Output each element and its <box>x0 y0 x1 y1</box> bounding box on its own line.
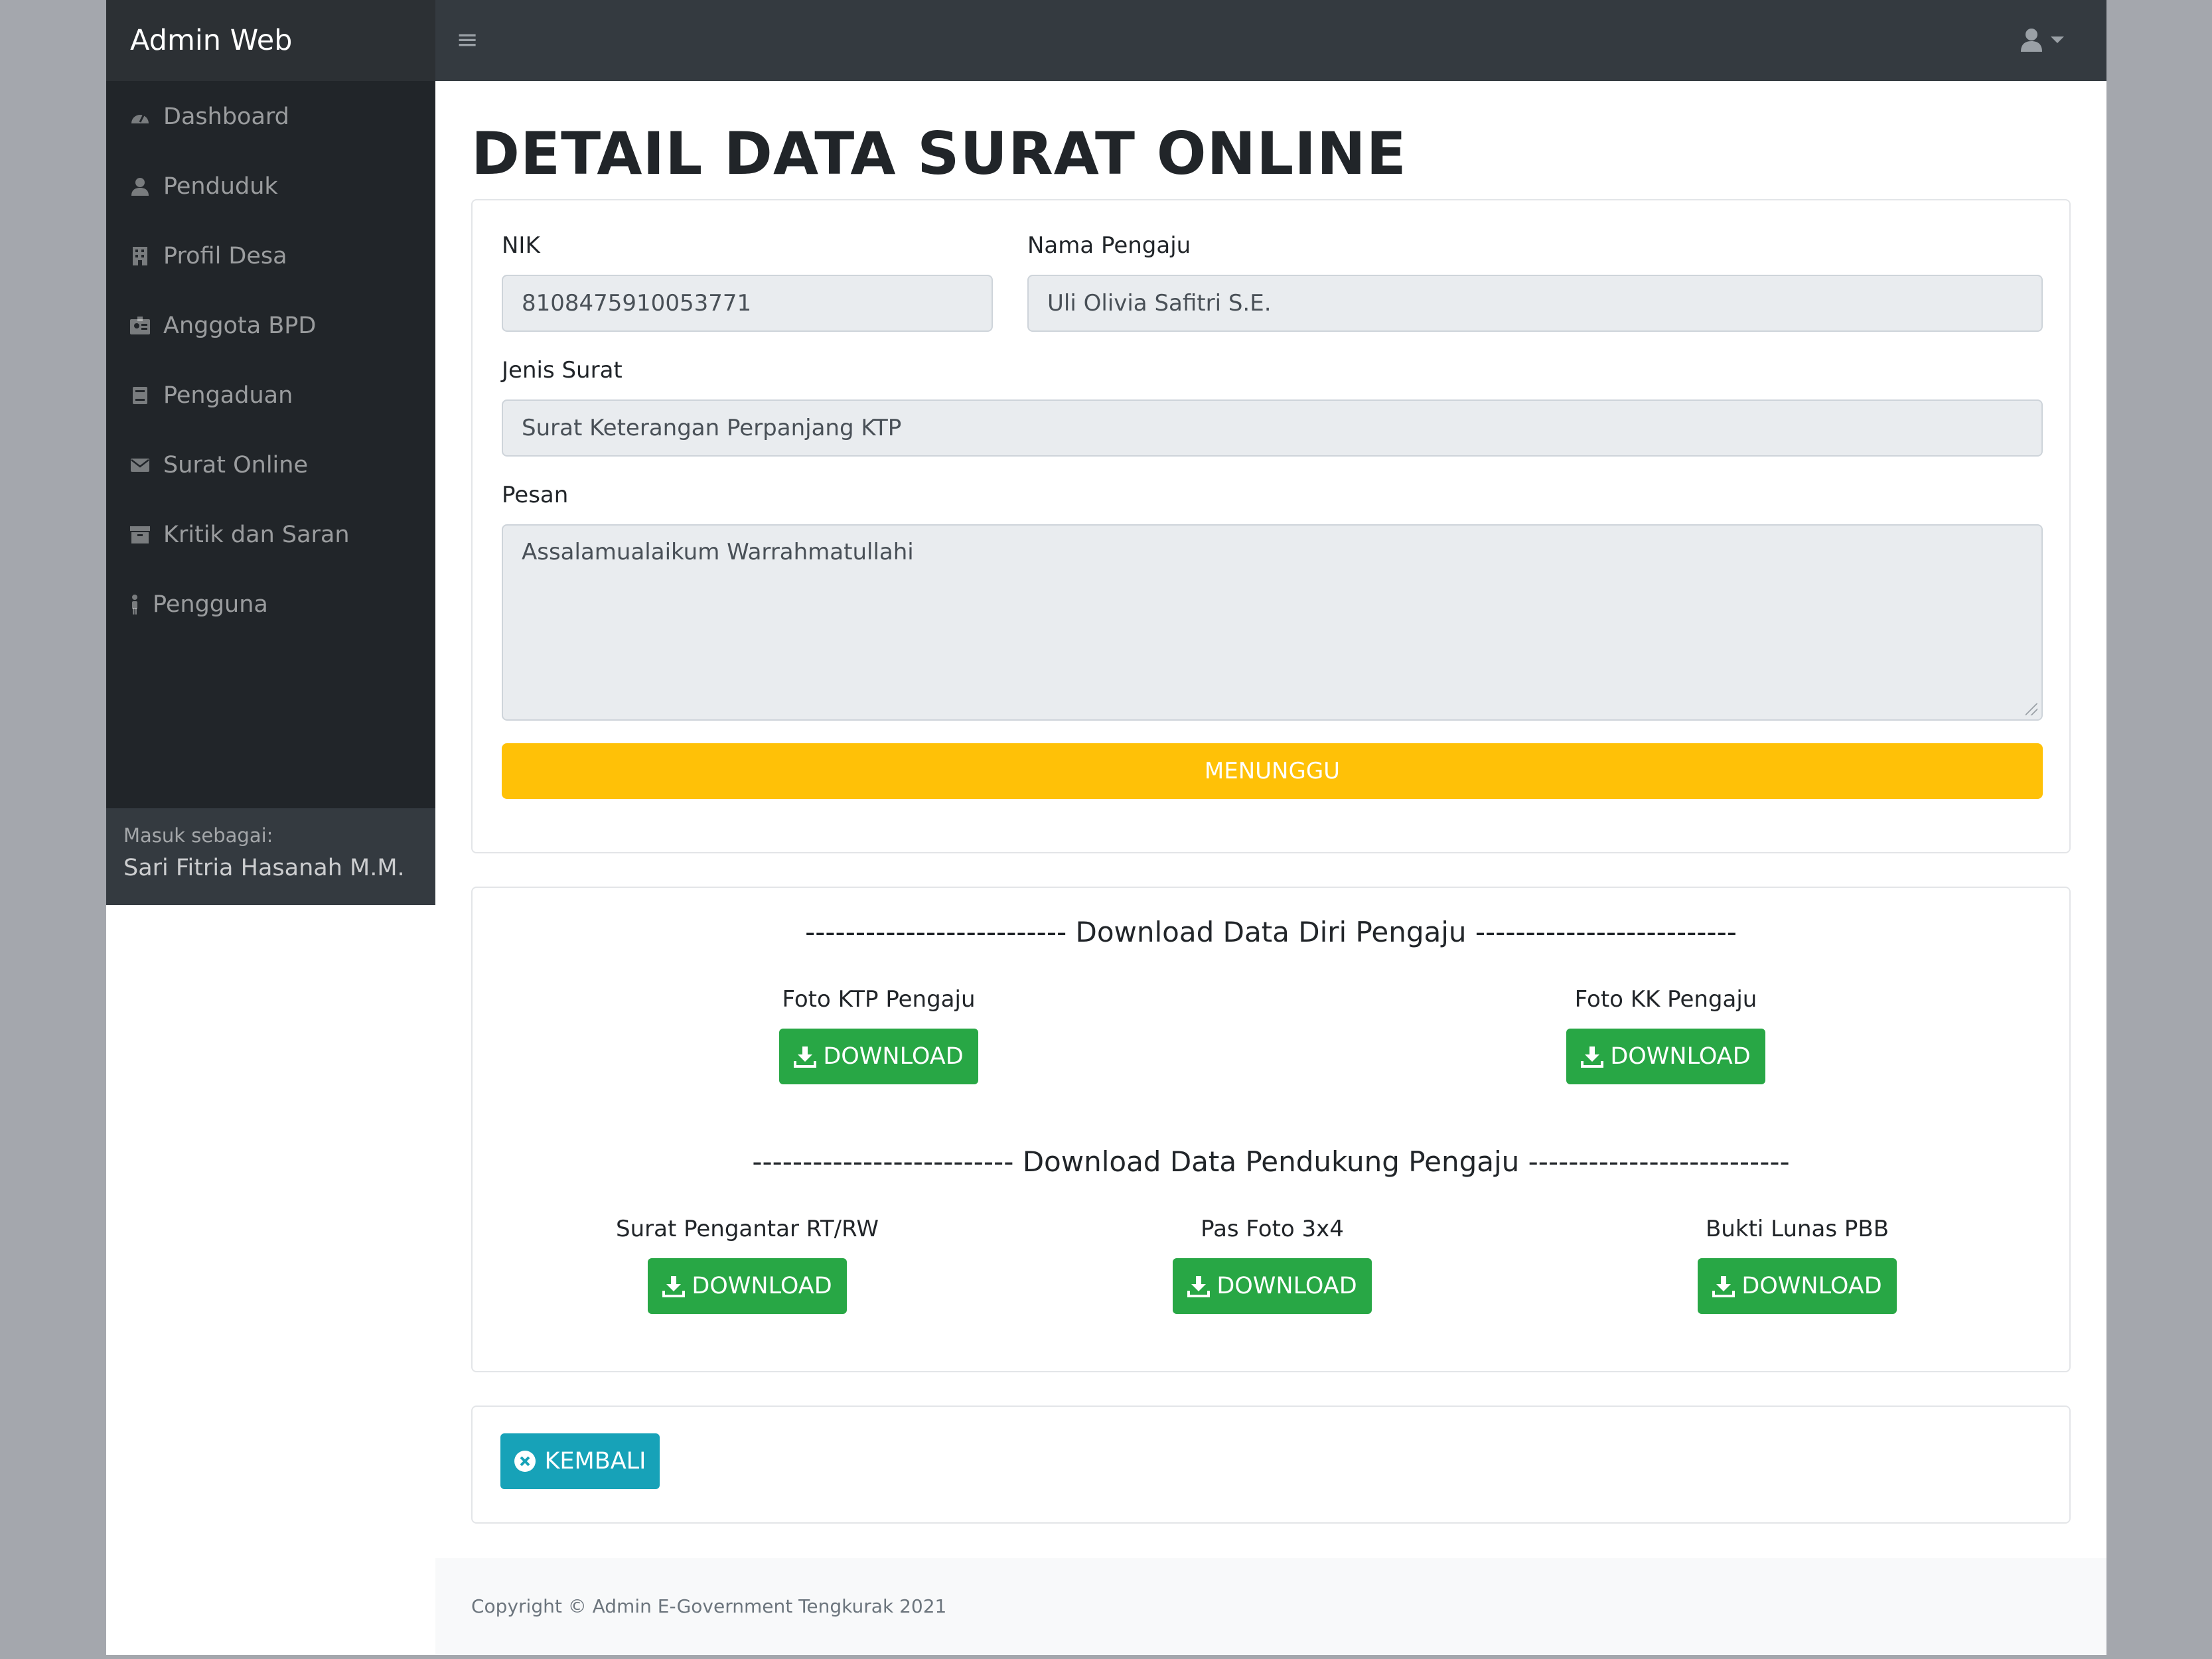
download-button-label: DOWNLOAD <box>1217 1273 1357 1299</box>
download-button-label: DOWNLOAD <box>692 1273 832 1299</box>
chevron-down-icon <box>2051 36 2064 43</box>
main-content: DETAIL DATA SURAT ONLINE NIK 81084759100… <box>435 81 2106 1655</box>
building-icon <box>129 245 151 267</box>
sidebar-item-profil-desa[interactable]: Profil Desa <box>129 236 287 276</box>
download-label-ktp: Foto KTP Pengaju <box>782 986 976 1013</box>
back-button[interactable]: KEMBALI <box>500 1433 660 1489</box>
sidebar-item-anggota-bpd[interactable]: Anggota BPD <box>129 306 316 346</box>
page-title: DETAIL DATA SURAT ONLINE <box>471 119 1407 188</box>
nama-pengaju-field[interactable]: Uli Olivia Safitri S.E. <box>1027 275 2043 332</box>
nik-field[interactable]: 8108475910053771 <box>502 275 993 332</box>
pesan-text: Assalamualaikum Warrahmatullahi <box>522 539 914 565</box>
download-label-pbb: Bukti Lunas PBB <box>1705 1216 1889 1242</box>
download-icon <box>1187 1276 1211 1297</box>
logged-in-user: Sari Fitria Hasanah M.M. <box>123 855 405 881</box>
envelope-icon <box>129 454 151 476</box>
download-icon <box>1581 1046 1604 1068</box>
page-footer: Copyright © Admin E-Government Tengkurak… <box>435 1558 2106 1655</box>
sidebar-item-pengguna[interactable]: Pengguna <box>129 585 268 624</box>
download-label-pengantar: Surat Pengantar RT/RW <box>616 1216 879 1242</box>
brand-logo[interactable]: Admin Web <box>106 0 435 81</box>
download-ktp-button[interactable]: DOWNLOAD <box>779 1029 978 1084</box>
app-window: Admin Web ≡ Dashboard Penduduk Profil De… <box>106 0 2106 1655</box>
download-icon <box>794 1046 817 1068</box>
user-icon <box>2021 29 2042 52</box>
hamburger-icon[interactable]: ≡ <box>447 20 487 60</box>
sidebar-item-kritik-saran[interactable]: Kritik dan Saran <box>129 515 350 555</box>
download-pbb-button[interactable]: DOWNLOAD <box>1698 1258 1897 1314</box>
sidebar-item-label: Pengguna <box>153 591 268 618</box>
copyright-text: Copyright © Admin E-Government Tengkurak… <box>471 1595 947 1617</box>
pesan-textarea[interactable]: Assalamualaikum Warrahmatullahi <box>502 524 2043 721</box>
download-icon <box>662 1276 686 1297</box>
sidebar-footer: Masuk sebagai: Sari Fitria Hasanah M.M. <box>106 808 435 905</box>
download-pengantar-button[interactable]: DOWNLOAD <box>648 1258 847 1314</box>
status-button[interactable]: MENUNGGU <box>502 743 2043 799</box>
sidebar-item-label: Penduduk <box>163 173 278 200</box>
jenis-surat-field[interactable]: Surat Keterangan Perpanjang KTP <box>502 399 2043 457</box>
section-heading-data-pendukung: -------------------------- Download Data… <box>752 1145 1790 1178</box>
sidebar: Dashboard Penduduk Profil Desa Anggota B… <box>106 81 435 905</box>
user-icon <box>129 175 151 198</box>
top-navbar: Admin Web ≡ <box>106 0 2106 81</box>
download-button-label: DOWNLOAD <box>823 1043 964 1070</box>
sidebar-item-dashboard[interactable]: Dashboard <box>129 97 289 137</box>
download-button-label: DOWNLOAD <box>1610 1043 1751 1070</box>
actions-card: KEMBALI <box>471 1406 2071 1524</box>
sidebar-item-label: Kritik dan Saran <box>163 522 350 548</box>
detail-card: NIK 8108475910053771 Nama Pengaju Uli Ol… <box>471 199 2071 853</box>
nama-pengaju-label: Nama Pengaju <box>1027 232 1191 259</box>
person-icon <box>129 593 141 616</box>
book-icon <box>129 384 151 407</box>
download-label-kk: Foto KK Pengaju <box>1574 986 1757 1013</box>
gauge-icon <box>129 106 151 128</box>
download-card: -------------------------- Download Data… <box>471 887 2071 1372</box>
download-kk-button[interactable]: DOWNLOAD <box>1566 1029 1765 1084</box>
sidebar-item-surat-online[interactable]: Surat Online <box>129 445 308 485</box>
back-button-label: KEMBALI <box>544 1448 646 1475</box>
download-label-pas-foto: Pas Foto 3x4 <box>1201 1216 1344 1242</box>
section-heading-data-diri: -------------------------- Download Data… <box>805 916 1737 948</box>
download-icon <box>1712 1276 1735 1297</box>
resize-handle[interactable] <box>2026 703 2037 715</box>
user-menu-toggle[interactable] <box>2020 20 2080 60</box>
id-badge-icon <box>129 315 151 337</box>
download-pas-foto-button[interactable]: DOWNLOAD <box>1173 1258 1372 1314</box>
sidebar-item-penduduk[interactable]: Penduduk <box>129 167 278 206</box>
nik-label: NIK <box>502 232 540 259</box>
download-button-label: DOWNLOAD <box>1741 1273 1882 1299</box>
sidebar-item-label: Surat Online <box>163 452 308 478</box>
sidebar-item-label: Anggota BPD <box>163 313 317 339</box>
logged-in-label: Masuk sebagai: <box>123 824 273 847</box>
jenis-surat-label: Jenis Surat <box>502 357 623 384</box>
sidebar-item-label: Pengaduan <box>163 382 293 409</box>
sidebar-item-label: Profil Desa <box>163 243 287 269</box>
sidebar-item-pengaduan[interactable]: Pengaduan <box>129 376 293 415</box>
pesan-label: Pesan <box>502 482 569 508</box>
archive-icon <box>129 524 151 546</box>
sidebar-item-label: Dashboard <box>163 104 289 130</box>
close-circle-icon <box>514 1451 536 1472</box>
